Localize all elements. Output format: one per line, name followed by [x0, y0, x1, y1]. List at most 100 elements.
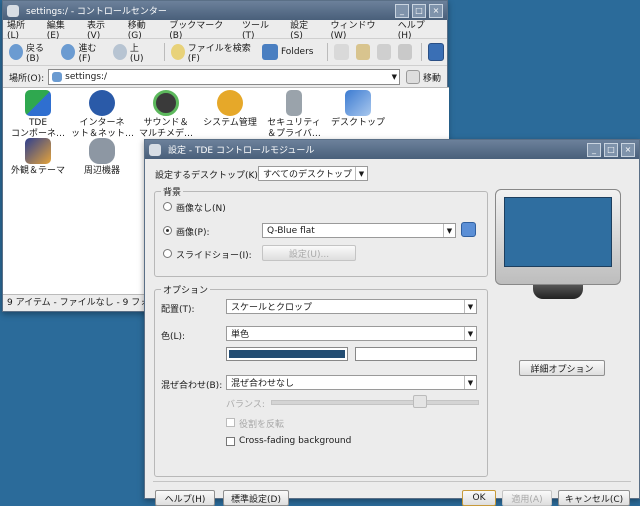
options-group-title: オプション	[161, 283, 211, 296]
go-button[interactable]: 移動	[423, 71, 441, 84]
back-arrow-icon	[9, 44, 24, 60]
menu-go[interactable]: 移動(G)	[128, 18, 156, 41]
dialog-separator	[153, 481, 631, 482]
ok-button[interactable]: OK	[462, 490, 496, 506]
menu-window[interactable]: ウィンドウ(W)	[331, 18, 385, 41]
icon-label: 外観＆テーマ	[10, 166, 65, 176]
menu-tools[interactable]: ツール(T)	[242, 18, 277, 41]
cubes-icon	[25, 90, 51, 116]
balance-slider-handle[interactable]	[413, 395, 427, 408]
blend-label: 混ぜ合わせ(B):	[161, 381, 223, 391]
undo-icon[interactable]	[397, 44, 412, 60]
maximize-button[interactable]: □	[412, 3, 426, 18]
minimize-button[interactable]: _	[587, 142, 601, 157]
chevron-down-icon: ▼	[464, 300, 476, 313]
menu-location[interactable]: 場所(L)	[7, 18, 34, 41]
slideshow-radio[interactable]	[163, 249, 172, 258]
dialog-title-bar[interactable]: 設定 - TDE コントロールモジュール _ □ ×	[145, 140, 639, 159]
close-button[interactable]: ×	[621, 142, 635, 157]
copy-icon[interactable]	[334, 44, 349, 60]
icon-item-desktop[interactable]: デスクトップ	[327, 90, 389, 129]
secondary-color-button[interactable]	[355, 347, 477, 361]
defaults-button[interactable]: 標準設定(D)	[223, 490, 289, 506]
help-button[interactable]: ヘルプ(H)	[155, 490, 215, 506]
view-mode-icon[interactable]	[427, 43, 445, 61]
image-label[interactable]: 画像(P):	[176, 225, 209, 238]
background-group-title: 背景	[161, 185, 184, 198]
back-button[interactable]: 戻る(B)	[9, 41, 53, 64]
up-label: 上(U)	[129, 43, 144, 64]
icon-label: インターネ ット＆ネット…	[71, 118, 135, 139]
primary-color-swatch	[229, 350, 345, 358]
open-folder-icon[interactable]	[461, 222, 476, 237]
folders-button[interactable]: Folders	[261, 44, 314, 60]
menu-edit[interactable]: 編集(E)	[47, 18, 74, 41]
settings-icon	[52, 72, 63, 82]
placement-value: スケールとクロップ	[231, 303, 313, 313]
reverse-roles-label[interactable]: 役割を反転	[239, 417, 284, 430]
icon-label: システム管理	[203, 118, 257, 128]
chevron-down-icon[interactable]: ▼	[392, 73, 397, 81]
monitor-preview	[495, 189, 621, 301]
minimize-button[interactable]: _	[395, 3, 409, 18]
chevron-down-icon: ▼	[464, 376, 476, 389]
icon-label: セキュリティ ＆プライバ…	[267, 118, 321, 139]
paste-icon[interactable]	[355, 44, 370, 60]
icon-item-appearance[interactable]: 外観＆テーマ	[7, 138, 69, 177]
icon-item-tde-components[interactable]: TDE コンポーネ…	[7, 90, 69, 140]
icon-item-security[interactable]: セキュリティ ＆プライバ…	[263, 90, 325, 140]
primary-color-button[interactable]	[226, 347, 348, 361]
cancel-button[interactable]: キャンセル(C)	[558, 490, 630, 506]
close-button[interactable]: ×	[429, 3, 443, 18]
color-label: 色(L):	[161, 332, 186, 342]
reverse-roles-checkbox[interactable]	[226, 418, 235, 427]
folders-label: Folders	[280, 47, 314, 57]
advanced-options-button[interactable]: 詳細オプション	[519, 360, 605, 376]
apply-button[interactable]: 適用(A)	[502, 490, 552, 506]
monitor-stand	[533, 285, 583, 299]
menu-bar: 場所(L) 編集(E) 表示(V) 移動(G) ブックマーク(B) ツール(T)…	[3, 18, 447, 41]
crossfade-label[interactable]: Cross-fading background	[239, 436, 351, 446]
go-icon[interactable]	[406, 70, 420, 84]
desktop-select[interactable]: すべてのデスクトップ ▼	[258, 166, 368, 181]
no-image-label[interactable]: 画像なし(N)	[176, 201, 226, 214]
image-select[interactable]: Q-Blue flat ▼	[262, 223, 456, 238]
background-group: 背景 画像なし(N) 画像(P): Q-Blue flat ▼ スライドショー(…	[154, 185, 488, 277]
icon-item-sound[interactable]: サウンド＆ マルチメデ…	[135, 90, 197, 140]
maximize-button[interactable]: □	[604, 142, 618, 157]
placement-label: 配置(T):	[161, 305, 195, 315]
location-input[interactable]: settings:/ ▼	[48, 69, 400, 85]
desktop-icon	[345, 90, 371, 116]
color-select[interactable]: 単色 ▼	[226, 326, 477, 341]
options-group: オプション 配置(T): スケールとクロップ ▼ 色(L): 単色 ▼ 混ぜ合わ…	[154, 283, 488, 477]
icon-label: サウンド＆ マルチメデ…	[138, 118, 193, 139]
find-files-button[interactable]: ファイルを検索(F)	[170, 41, 254, 64]
magnifier-icon	[170, 44, 185, 60]
icon-item-peripherals[interactable]: 周辺機器	[71, 138, 133, 177]
app-icon	[149, 143, 161, 156]
menu-bookmarks[interactable]: ブックマーク(B)	[169, 18, 229, 41]
menu-view[interactable]: 表示(V)	[87, 18, 115, 41]
icon-item-system[interactable]: システム管理	[199, 90, 261, 129]
up-arrow-icon	[112, 44, 127, 60]
desktop-select-label: 設定するデスクトップ(K):	[155, 171, 261, 181]
crossfade-checkbox[interactable]	[226, 437, 235, 446]
image-radio[interactable]	[163, 226, 172, 235]
menu-help[interactable]: ヘルプ(H)	[398, 18, 434, 41]
icon-item-internet[interactable]: インターネ ット＆ネット…	[71, 90, 135, 140]
forward-arrow-icon	[61, 44, 76, 60]
brush-icon	[25, 138, 51, 164]
toolbar: 戻る(B) 進む(F) 上(U) ファイルを検索(F) Folders	[3, 39, 447, 66]
slideshow-label[interactable]: スライドショー(I):	[176, 248, 252, 261]
balance-label: バランス:	[226, 400, 265, 410]
up-button[interactable]: 上(U)	[112, 41, 150, 64]
balance-slider[interactable]	[271, 400, 479, 405]
placement-select[interactable]: スケールとクロップ ▼	[226, 299, 477, 314]
no-image-radio[interactable]	[163, 202, 172, 211]
menu-settings[interactable]: 設定(S)	[290, 18, 317, 41]
blend-select[interactable]: 混ぜ合わせなし ▼	[226, 375, 477, 390]
trash-icon[interactable]	[376, 44, 391, 60]
icon-label: デスクトップ	[330, 118, 385, 128]
slideshow-settings-button[interactable]: 設定(U)...	[262, 245, 356, 261]
forward-button[interactable]: 進む(F)	[61, 41, 105, 64]
